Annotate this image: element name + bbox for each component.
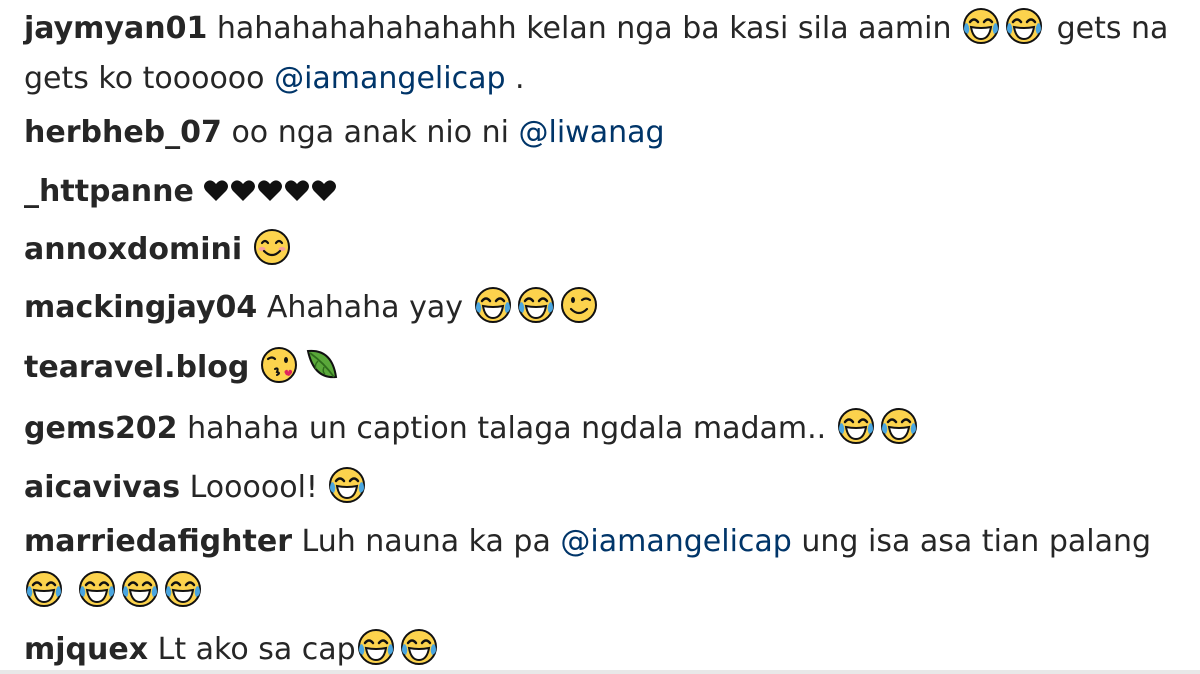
- leaf-emoji-icon: [302, 345, 342, 385]
- comment-item: tearavel.blog: [24, 343, 345, 393]
- comment-item: marriedafighter Luh nauna ka pa @iamange…: [24, 517, 1184, 617]
- black-heart-icon: [284, 179, 310, 203]
- tears-of-joy-emoji-icon: [356, 627, 396, 667]
- tears-of-joy-emoji-icon: [24, 569, 64, 609]
- comment-text: Lt ako sa cap: [157, 632, 356, 667]
- black-heart-icon: [203, 179, 229, 203]
- black-heart-icon: [257, 179, 283, 203]
- comment-username[interactable]: jaymyan01: [24, 11, 207, 46]
- comment-item: _httpanne: [24, 167, 338, 217]
- comment-username[interactable]: herbheb_07: [24, 115, 222, 150]
- tears-of-joy-emoji-icon: [836, 406, 876, 446]
- tears-of-joy-emoji-icon: [327, 465, 367, 505]
- comment-text: oo nga anak nio ni: [231, 115, 509, 150]
- comment-text: ung isa asa tian palang: [801, 524, 1152, 559]
- tears-of-joy-emoji-icon: [399, 627, 439, 667]
- comment-text: hahahahahahahahh kelan nga ba kasi sila …: [216, 11, 952, 46]
- mention-link[interactable]: @iamangelicap: [274, 61, 505, 96]
- comment-username[interactable]: mackingjay04: [24, 290, 257, 325]
- comment-item: mackingjay04 Ahahaha yay: [24, 283, 602, 333]
- tears-of-joy-emoji-icon: [77, 569, 117, 609]
- tears-of-joy-emoji-icon: [120, 569, 160, 609]
- comment-text: Ahahaha yay: [266, 290, 463, 325]
- comment-username[interactable]: annoxdomini: [24, 232, 242, 267]
- mention-link[interactable]: @iamangelicap: [560, 524, 791, 559]
- tears-of-joy-emoji-icon: [163, 569, 203, 609]
- comment-username[interactable]: tearavel.blog: [24, 350, 249, 385]
- comment-item: mjquex Lt ako sa cap: [24, 625, 442, 674]
- tears-of-joy-emoji-icon: [473, 285, 513, 325]
- bottom-divider: [0, 670, 1200, 674]
- comment-username[interactable]: mjquex: [24, 632, 148, 667]
- face-blowing-kiss-emoji-icon: [259, 345, 299, 385]
- comment-text: Loooool!: [189, 470, 318, 505]
- tears-of-joy-emoji-icon: [961, 6, 1001, 46]
- comment-item: annoxdomini: [24, 225, 295, 275]
- comment-username[interactable]: marriedafighter: [24, 524, 292, 559]
- comment-text: Luh nauna ka pa: [301, 524, 551, 559]
- comment-item: jaymyan01 hahahahahahahahh kelan nga ba …: [24, 4, 1174, 104]
- smiling-face-emoji-icon: [252, 227, 292, 267]
- tears-of-joy-emoji-icon: [1004, 6, 1044, 46]
- tears-of-joy-emoji-icon: [516, 285, 556, 325]
- comment-username[interactable]: gems202: [24, 411, 178, 446]
- comment-item: aicavivas Loooool!: [24, 463, 370, 513]
- black-heart-icon: [311, 179, 337, 203]
- comment-username[interactable]: aicavivas: [24, 470, 180, 505]
- comment-text: .: [515, 61, 525, 96]
- winking-face-emoji-icon: [559, 285, 599, 325]
- mention-link[interactable]: @liwanag: [519, 115, 665, 150]
- comment-item: herbheb_07 oo nga anak nio ni @liwanag: [24, 108, 665, 158]
- comment-item: gems202 hahaha un caption talaga ngdala …: [24, 404, 922, 454]
- black-heart-icon: [230, 179, 256, 203]
- comment-username[interactable]: _httpanne: [24, 174, 194, 209]
- tears-of-joy-emoji-icon: [879, 406, 919, 446]
- comment-text: hahaha un caption talaga ngdala madam..: [187, 411, 827, 446]
